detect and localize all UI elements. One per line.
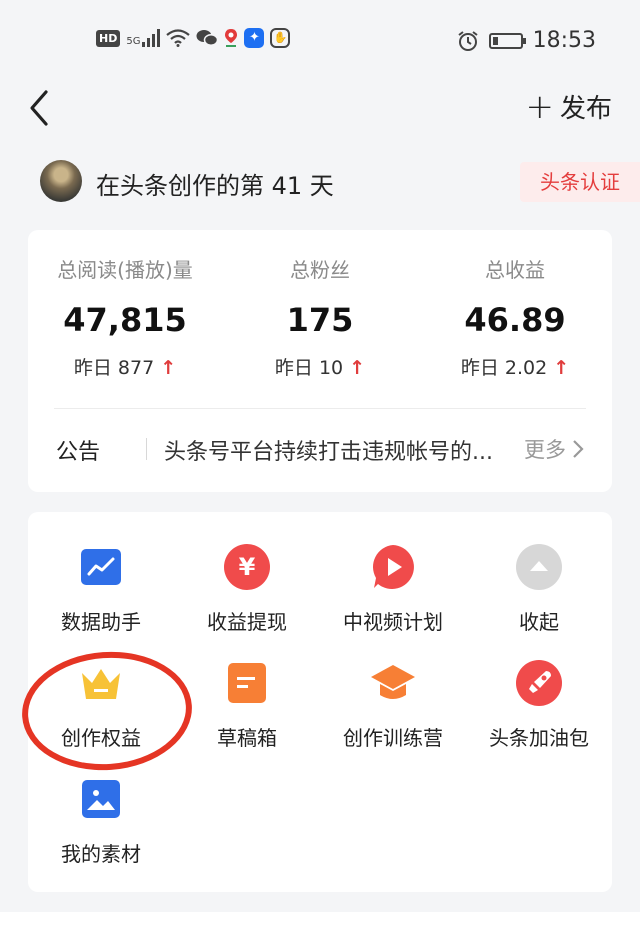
status-bar: HD 5G ✦ ✋ 18:53 xyxy=(0,0,640,80)
hand-icon: ✋ xyxy=(270,28,291,48)
tool-label: 数据助手 xyxy=(61,610,141,634)
arrow-up-icon: ↑ xyxy=(553,357,570,379)
tool-collapse[interactable]: 收起 xyxy=(466,544,612,635)
tool-label: 草稿箱 xyxy=(217,726,277,750)
collapse-icon xyxy=(516,544,562,590)
network-label: 5G xyxy=(126,36,141,47)
publish-label: 发布 xyxy=(559,94,612,124)
wechat-icon xyxy=(196,30,219,46)
tool-label: 中视频计划 xyxy=(343,610,443,634)
signal-icon: 5G xyxy=(126,29,161,47)
tool-drafts[interactable]: 草稿箱 xyxy=(174,660,320,751)
more-label: 更多 xyxy=(524,438,566,462)
stat-yesterday: 昨日 877 ↑ xyxy=(73,357,177,379)
bulb-icon: ✦ xyxy=(244,28,265,48)
tool-label: 我的素材 xyxy=(61,842,141,866)
stat-value: 46.89 xyxy=(464,301,566,339)
stat-value: 47,815 xyxy=(63,301,187,339)
play-icon xyxy=(370,544,416,590)
clock: 18:53 xyxy=(532,28,596,53)
profile-row: 在头条创作的第 41 天 头条认证 xyxy=(0,158,640,208)
chart-icon xyxy=(78,544,124,590)
creation-days: 在头条创作的第 41 天 xyxy=(96,172,334,200)
avatar[interactable] xyxy=(40,160,82,202)
location-icon xyxy=(225,29,238,47)
battery-icon xyxy=(488,32,526,49)
stat-label: 总收益 xyxy=(485,258,545,282)
status-left: HD 5G ✦ ✋ xyxy=(96,28,291,48)
wifi-icon xyxy=(166,29,191,47)
divider xyxy=(54,408,586,409)
draft-icon xyxy=(224,660,270,706)
announcement-tag: 公告 xyxy=(56,440,101,465)
tool-label: 头条加油包 xyxy=(489,726,589,750)
stat-yesterday: 昨日 2.02 ↑ xyxy=(460,357,570,379)
image-icon xyxy=(78,776,124,822)
publish-button[interactable]: + 发布 xyxy=(525,88,612,125)
yuan-icon: ¥ xyxy=(224,544,270,590)
announcement-bar[interactable]: 公告 头条号平台持续打击违规帐号的... 更多 xyxy=(28,426,612,474)
tool-boost-pack[interactable]: 头条加油包 xyxy=(466,660,612,751)
arrow-up-icon: ↑ xyxy=(160,357,177,379)
svg-text:¥: ¥ xyxy=(239,553,256,581)
top-nav: + 发布 xyxy=(0,78,640,138)
tool-training-camp[interactable]: 创作训练营 xyxy=(320,660,466,751)
stat-total-reads[interactable]: 总阅读(播放)量 47,815 昨日 877 ↑ xyxy=(28,254,222,380)
stat-label: 总阅读(播放)量 xyxy=(57,258,193,282)
bottom-tab-strip xyxy=(0,912,640,938)
tool-mid-video-plan[interactable]: 中视频计划 xyxy=(320,544,466,635)
arrow-up-icon: ↑ xyxy=(349,357,366,379)
hd-icon: HD xyxy=(96,29,121,47)
stat-total-fans[interactable]: 总粉丝 175 昨日 10 ↑ xyxy=(223,254,417,380)
alarm-icon xyxy=(457,30,478,51)
more-link[interactable]: 更多 xyxy=(524,434,584,464)
rocket-icon xyxy=(516,660,562,706)
certification-button[interactable]: 头条认证 xyxy=(520,162,640,202)
chevron-left-icon[interactable] xyxy=(24,86,64,130)
stats-card: 总阅读(播放)量 47,815 昨日 877 ↑ 总粉丝 175 昨日 10 ↑ 总… xyxy=(28,230,612,492)
stat-value: 175 xyxy=(286,301,354,339)
separator xyxy=(146,438,147,460)
status-right: 18:53 xyxy=(457,28,596,53)
stat-yesterday: 昨日 10 ↑ xyxy=(274,357,366,379)
tool-label: 收益提现 xyxy=(207,610,287,634)
announcement-text[interactable]: 头条号平台持续打击违规帐号的... xyxy=(164,434,514,466)
tool-my-materials[interactable]: 我的素材 xyxy=(28,776,174,867)
tool-label: 收起 xyxy=(519,610,559,634)
tool-data-assistant[interactable]: 数据助手 xyxy=(28,544,174,635)
tool-label: 创作训练营 xyxy=(343,726,443,750)
chevron-right-icon xyxy=(573,440,584,458)
stat-label: 总粉丝 xyxy=(290,258,350,282)
plus-icon: + xyxy=(525,86,554,127)
stat-total-income[interactable]: 总收益 46.89 昨日 2.02 ↑ xyxy=(418,254,612,380)
tool-withdraw-income[interactable]: ¥ 收益提现 xyxy=(174,544,320,635)
graduation-cap-icon xyxy=(370,660,416,706)
